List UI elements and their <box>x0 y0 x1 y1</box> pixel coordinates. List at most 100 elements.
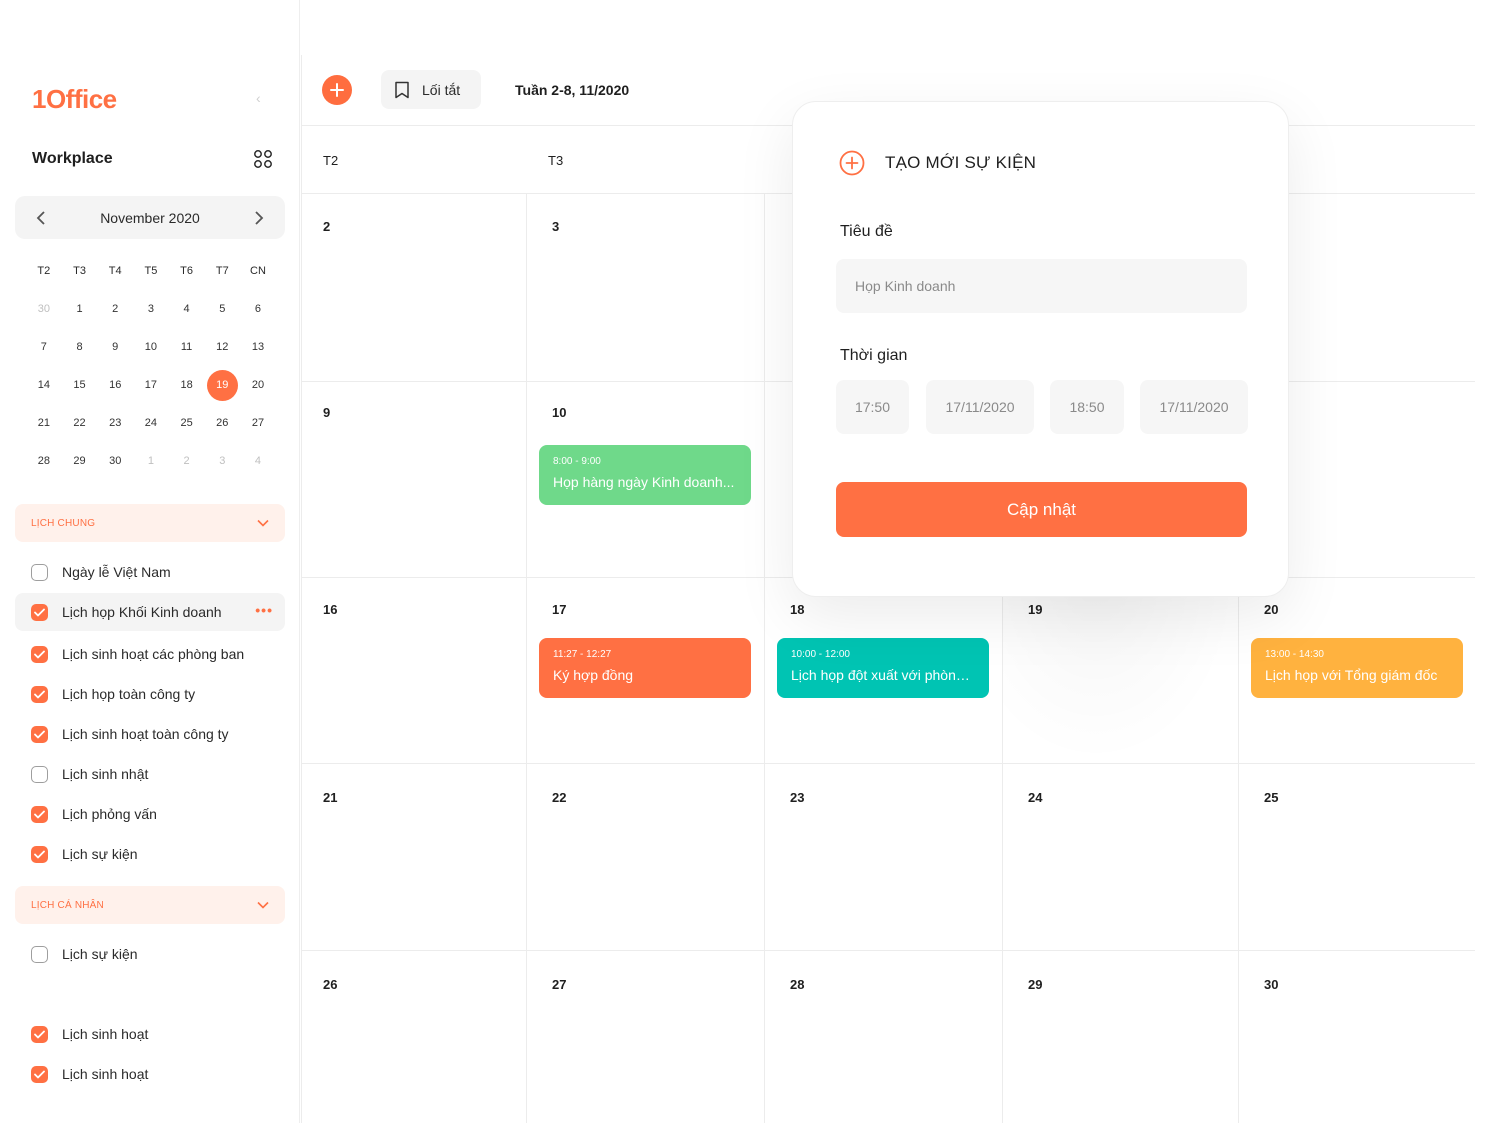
app-logo[interactable]: 1Office <box>32 84 117 115</box>
checkbox-checked[interactable] <box>31 685 48 703</box>
mini-calendar-day[interactable]: 14 <box>26 366 62 404</box>
calendar-item-label: Lịch sinh hoạt các phòng ban <box>62 646 245 662</box>
title-label: Tiêu đề <box>840 223 893 240</box>
calendar-item[interactable]: Lịch họp Khối Kinh doanh ••• <box>15 593 285 631</box>
mini-calendar-day[interactable]: 8 <box>62 328 98 366</box>
mini-calendar-day[interactable]: 3 <box>204 442 240 480</box>
day-cell[interactable] <box>301 381 526 577</box>
event-title-input[interactable] <box>836 259 1247 313</box>
calendar-item[interactable]: Lịch sinh hoạt các phòng ban <box>15 635 285 673</box>
mini-calendar-day[interactable]: 10 <box>133 328 169 366</box>
day-number: 30 <box>1264 977 1279 992</box>
day-number: 10 <box>144 341 158 353</box>
calendar-item-label: Lịch sự kiện <box>62 846 138 862</box>
day-number: 17 <box>552 602 567 617</box>
calendar-item[interactable]: Lịch sự kiện <box>15 935 285 973</box>
mini-calendar-day[interactable]: 7 <box>26 328 62 366</box>
mini-calendar-day[interactable]: 6 <box>240 290 276 328</box>
day-cell[interactable] <box>526 193 764 381</box>
update-button[interactable]: Cập nhật <box>836 482 1247 537</box>
mini-calendar-day[interactable]: 2 <box>169 442 205 480</box>
event-card[interactable]: 10:00 - 12:00 Lịch họp đột xuất với phòng… <box>777 638 989 698</box>
day-number: 4 <box>254 455 262 467</box>
mini-calendar-day[interactable]: 18 <box>169 366 205 404</box>
check-icon <box>34 1070 45 1078</box>
day-cell[interactable] <box>1002 950 1238 1123</box>
mini-calendar-day[interactable]: 12 <box>204 328 240 366</box>
mini-calendar-day[interactable]: 30 <box>26 290 62 328</box>
mini-calendar-today[interactable]: 19 <box>204 366 240 404</box>
grid-apps-icon[interactable] <box>253 149 273 169</box>
day-cell[interactable] <box>301 193 526 381</box>
mini-calendar-day[interactable]: 2 <box>97 290 133 328</box>
mini-calendar-day[interactable]: 9 <box>97 328 133 366</box>
mini-calendar-day[interactable]: 30 <box>97 442 133 480</box>
mini-calendar-day[interactable]: 24 <box>133 404 169 442</box>
day-cell[interactable] <box>764 950 1002 1123</box>
mini-calendar-day[interactable]: 21 <box>26 404 62 442</box>
checkbox-checked[interactable] <box>31 1025 48 1043</box>
mini-calendar-day[interactable]: 15 <box>62 366 98 404</box>
checkbox-checked[interactable] <box>31 845 48 863</box>
mini-calendar-day[interactable]: 29 <box>62 442 98 480</box>
mini-calendar-day[interactable]: 25 <box>169 404 205 442</box>
day-number: 2 <box>183 455 190 467</box>
checkbox-checked[interactable] <box>31 805 48 823</box>
shortcut-button[interactable]: Lối tắt <box>381 70 481 109</box>
end-time-field[interactable]: 18:50 <box>1050 380 1124 434</box>
calendar-item[interactable]: Lịch phỏng vấn <box>15 795 285 833</box>
checkbox-unchecked[interactable] <box>31 563 48 581</box>
start-time-field[interactable]: 17:50 <box>836 380 909 434</box>
day-number: 14 <box>37 379 50 391</box>
checkbox-unchecked[interactable] <box>31 765 48 783</box>
mini-calendar-day[interactable]: 5 <box>204 290 240 328</box>
mini-calendar-day[interactable]: 1 <box>133 442 169 480</box>
calendar-item[interactable]: Lịch sinh hoạt <box>15 1055 285 1093</box>
next-month-button[interactable] <box>247 206 271 230</box>
mini-calendar-day[interactable]: 16 <box>97 366 133 404</box>
end-date-field[interactable]: 17/11/2020 <box>1140 380 1248 434</box>
calendar-item[interactable]: Lịch sinh hoạt <box>15 1015 285 1053</box>
calendar-item[interactable]: Lịch sinh hoạt toàn công ty <box>15 715 285 753</box>
mini-calendar-day[interactable]: 4 <box>240 442 276 480</box>
mini-calendar-day[interactable]: 26 <box>204 404 240 442</box>
checkbox-checked[interactable] <box>31 1065 48 1083</box>
mini-calendar-day[interactable]: 22 <box>62 404 98 442</box>
shared-calendars-toggle[interactable]: LỊCH CHUNG <box>15 504 285 542</box>
day-cell[interactable] <box>1238 950 1475 1123</box>
add-event-button[interactable] <box>322 75 352 105</box>
checkbox-checked[interactable] <box>31 645 48 663</box>
day-cell[interactable] <box>301 950 526 1123</box>
shortcut-label: Lối tắt <box>422 81 461 98</box>
mini-calendar-day[interactable]: 20 <box>240 366 276 404</box>
mini-calendar-day[interactable]: 23 <box>97 404 133 442</box>
event-card[interactable]: 11:27 - 12:27 Ký hợp đồng <box>539 638 751 698</box>
mini-calendar-day[interactable]: 1 <box>62 290 98 328</box>
event-card[interactable]: 13:00 - 14:30 Lịch họp với Tổng giám đốc <box>1251 638 1463 698</box>
checkbox-checked[interactable] <box>31 603 48 621</box>
more-options-icon[interactable]: ••• <box>255 603 273 617</box>
mini-calendar-day[interactable]: 17 <box>133 366 169 404</box>
checkbox-unchecked[interactable] <box>31 945 48 963</box>
calendar-item[interactable]: Lịch họp toàn công ty <box>15 675 285 713</box>
start-date-field[interactable]: 17/11/2020 <box>926 380 1034 434</box>
event-card[interactable]: 8:00 - 9:00 Họp hàng ngày Kinh doanh... <box>539 445 751 505</box>
prev-month-button[interactable] <box>29 206 53 230</box>
weekday-label: T4 <box>108 265 122 277</box>
chevron-left-icon[interactable]: ‹ <box>256 90 261 106</box>
weekday-label: CN <box>250 265 266 277</box>
time-label: Thời gian <box>840 347 908 364</box>
mini-calendar-day[interactable]: 27 <box>240 404 276 442</box>
mini-calendar-day[interactable]: 3 <box>133 290 169 328</box>
day-cell[interactable] <box>526 950 764 1123</box>
mini-calendar-day[interactable]: 11 <box>169 328 205 366</box>
checkbox-checked[interactable] <box>31 725 48 743</box>
calendar-item[interactable]: Lịch sự kiện <box>15 835 285 873</box>
mini-calendar-day[interactable]: 28 <box>26 442 62 480</box>
calendar-item[interactable]: Lịch sinh nhật <box>15 755 285 793</box>
mini-calendar-day[interactable]: 13 <box>240 328 276 366</box>
calendar-item[interactable]: Ngày lễ Việt Nam <box>15 553 285 591</box>
mini-calendar-day[interactable]: 4 <box>169 290 205 328</box>
personal-calendars-toggle[interactable]: LỊCH CÁ NHÂN <box>15 886 285 924</box>
day-number: 6 <box>254 303 262 315</box>
